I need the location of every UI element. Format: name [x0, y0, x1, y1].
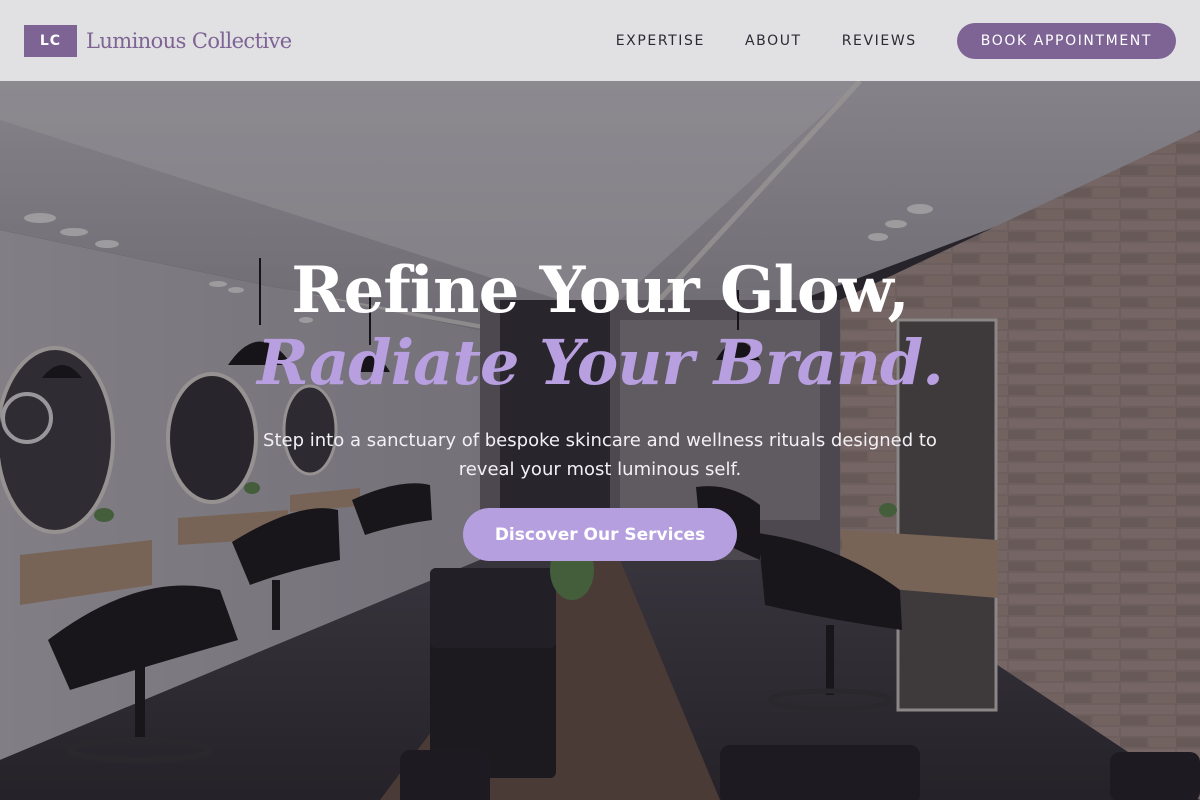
hero-content: Refine Your Glow, Radiate Your Brand. St… — [0, 250, 1200, 561]
discover-services-button[interactable]: Discover Our Services — [463, 508, 737, 561]
brand-name: Luminous Collective — [86, 28, 292, 53]
hero-headline: Refine Your Glow, Radiate Your Brand. — [0, 250, 1200, 394]
brand-logo-link[interactable]: LC Luminous Collective — [24, 24, 292, 57]
hero-tagline: Step into a sanctuary of bespoke skincar… — [263, 430, 937, 480]
nav-link-expertise[interactable]: EXPERTISE — [616, 33, 705, 49]
nav-link-about[interactable]: ABOUT — [745, 33, 802, 49]
nav-link-reviews[interactable]: REVIEWS — [842, 33, 917, 49]
headline-line-2: Radiate Your Brand. — [257, 326, 944, 399]
headline-line-1: Refine Your Glow, — [291, 253, 909, 328]
main-nav: EXPERTISE ABOUT REVIEWS BOOK APPOINTMENT — [616, 22, 1176, 59]
brand-monogram: LC — [24, 24, 77, 57]
site-header: LC Luminous Collective EXPERTISE ABOUT R… — [0, 0, 1200, 81]
book-appointment-button[interactable]: BOOK APPOINTMENT — [956, 22, 1176, 59]
